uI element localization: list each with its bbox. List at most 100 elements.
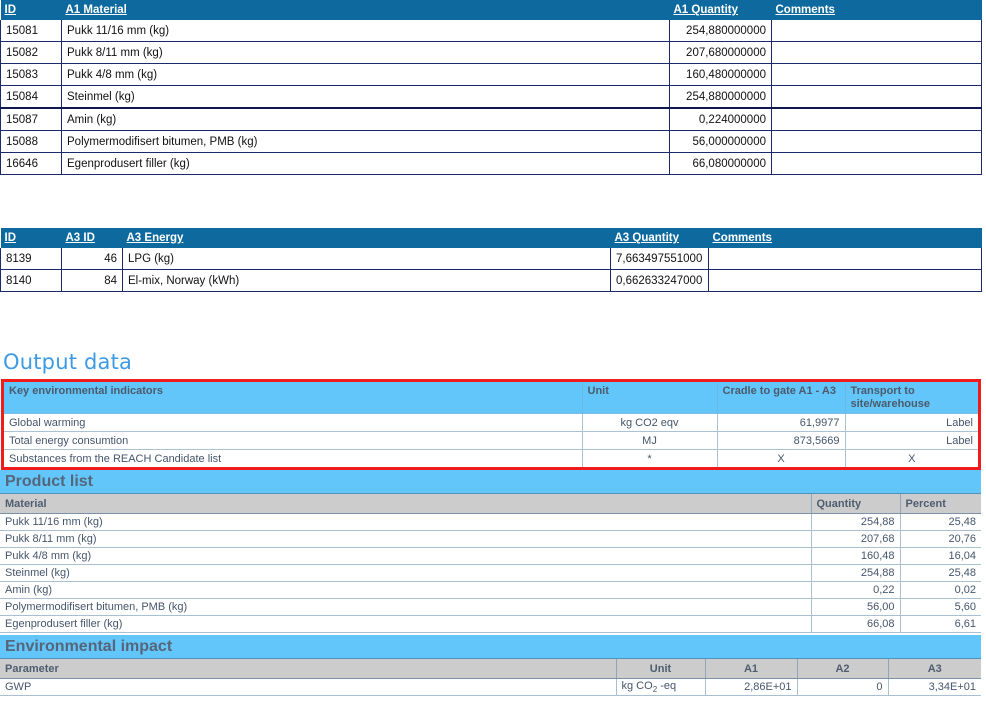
column-header-transport-to-site: Transport to site/warehouse <box>845 382 978 414</box>
product-list-section: Product list Material Quantity Percent P… <box>0 470 981 633</box>
column-header-a2: A2 <box>797 659 889 679</box>
table-row[interactable]: GWP kg CO2 -eq 2,86E+01 0 3,34E+01 <box>0 678 981 696</box>
table-row[interactable]: Polymermodifisert bitumen, PMB (kg) 56,0… <box>0 598 981 616</box>
cell-material: Polymermodifisert bitumen, PMB (kg) <box>61 130 670 153</box>
table-row[interactable]: Pukk 4/8 mm (kg) 160,48 16,04 <box>0 547 981 565</box>
cell-cradle-to-gate: 873,5669 <box>717 431 846 450</box>
column-header-cradle-to-gate: Cradle to gate A1 - A3 <box>717 382 846 414</box>
column-header-id[interactable]: ID <box>0 228 62 248</box>
cell-quantity: 66,08 <box>811 615 901 633</box>
column-header-a3-id[interactable]: A3 ID <box>61 228 123 248</box>
column-header-material: Material <box>0 494 812 514</box>
table-header-row: Key environmental indicators Unit Cradle… <box>4 382 978 414</box>
section-banner-environmental-impact: Environmental impact <box>0 635 981 659</box>
cell-id: 15081 <box>0 20 62 42</box>
column-header-comments[interactable]: Comments <box>708 228 982 248</box>
cell-percent: 0,02 <box>900 581 981 599</box>
column-header-a3-energy[interactable]: A3 Energy <box>122 228 611 248</box>
column-header-unit: Unit <box>582 382 718 414</box>
column-header-parameter: Parameter <box>0 659 617 679</box>
cell-comments <box>771 85 982 109</box>
table-row[interactable]: Steinmel (kg) 254,88 25,48 <box>0 564 981 582</box>
cell-cradle-to-gate: 61,9977 <box>717 413 846 432</box>
column-header-quantity: Quantity <box>811 494 901 514</box>
environmental-impact-table: Parameter Unit A1 A2 A3 GWP kg CO2 -eq 2… <box>0 659 981 696</box>
cell-material: Polymermodifisert bitumen, PMB (kg) <box>0 598 812 616</box>
column-header-a1-material[interactable]: A1 Material <box>61 0 670 20</box>
cell-a3-id: 84 <box>61 269 123 292</box>
cell-percent: 25,48 <box>900 564 981 582</box>
cell-material: Pukk 4/8 mm (kg) <box>0 547 812 565</box>
cell-percent: 6,61 <box>900 615 981 633</box>
cell-energy: El-mix, Norway (kWh) <box>122 269 611 292</box>
cell-quantity: 0,224000000 <box>669 107 772 131</box>
cell-id: 8139 <box>0 248 62 270</box>
a3-energy-section: ID A3 ID A3 Energy A3 Quantity Comments … <box>0 228 982 292</box>
cell-quantity: 7,663497551000 <box>610 248 709 270</box>
cell-comments <box>771 107 982 131</box>
table-header-row: ID A3 ID A3 Energy A3 Quantity Comments <box>0 228 982 248</box>
table-row[interactable]: 8140 84 El-mix, Norway (kWh) 0,662633247… <box>0 269 982 292</box>
table-header-row: Parameter Unit A1 A2 A3 <box>0 659 981 679</box>
product-list-table: Material Quantity Percent Pukk 11/16 mm … <box>0 494 981 633</box>
table-row[interactable]: Total energy consumtion MJ 873,5669 Labe… <box>4 431 978 450</box>
cell-quantity: 56,000000000 <box>669 130 772 153</box>
column-header-id[interactable]: ID <box>0 0 62 20</box>
cell-quantity: 160,48 <box>811 547 901 565</box>
cell-unit: kg CO2 -eq <box>616 678 706 696</box>
column-header-percent: Percent <box>900 494 981 514</box>
environmental-impact-section: Environmental impact Parameter Unit A1 A… <box>0 635 981 696</box>
cell-comments <box>771 63 982 86</box>
cell-quantity: 254,88 <box>811 564 901 582</box>
cell-percent: 25,48 <box>900 513 981 531</box>
table-row[interactable]: Pukk 8/11 mm (kg) 207,68 20,76 <box>0 530 981 548</box>
cell-comments <box>771 41 982 64</box>
table-row[interactable]: Substances from the REACH Candidate list… <box>4 449 978 467</box>
unit-suffix: -eq <box>657 679 677 692</box>
table-row[interactable]: 8139 46 LPG (kg) 7,663497551000 <box>0 248 982 270</box>
section-banner-product-list: Product list <box>0 470 981 494</box>
cell-energy: LPG (kg) <box>122 248 611 270</box>
table-row[interactable]: Egenprodusert filler (kg) 66,08 6,61 <box>0 615 981 633</box>
cell-transport: Label <box>845 431 978 450</box>
cell-transport: Label <box>845 413 978 432</box>
cell-id: 15083 <box>0 63 62 86</box>
table-row[interactable]: 15088 Polymermodifisert bitumen, PMB (kg… <box>0 130 982 153</box>
cell-comments <box>708 269 982 292</box>
cell-a3: 3,34E+01 <box>888 678 981 696</box>
cell-id: 15084 <box>0 85 62 109</box>
cell-material: Amin (kg) <box>0 581 812 599</box>
column-header-a1-quantity[interactable]: A1 Quantity <box>669 0 772 20</box>
cell-quantity: 66,080000000 <box>669 152 772 175</box>
table-row[interactable]: Global warming kg CO2 eqv 61,9977 Label <box>4 413 978 432</box>
table-row[interactable]: Amin (kg) 0,22 0,02 <box>0 581 981 599</box>
cell-a2: 0 <box>797 678 889 696</box>
cell-parameter: GWP <box>0 678 617 696</box>
column-header-a3-quantity[interactable]: A3 Quantity <box>610 228 709 248</box>
table-row[interactable]: 15083 Pukk 4/8 mm (kg) 160,480000000 <box>0 63 982 86</box>
column-header-a3: A3 <box>888 659 981 679</box>
page-title-output-data: Output data <box>3 350 133 374</box>
cell-id: 15088 <box>0 130 62 153</box>
cell-material: Steinmel (kg) <box>61 85 670 109</box>
table-row[interactable]: 15082 Pukk 8/11 mm (kg) 207,680000000 <box>0 41 982 64</box>
table-row[interactable]: 15081 Pukk 11/16 mm (kg) 254,880000000 <box>0 20 982 42</box>
cell-quantity: 254,880000000 <box>669 85 772 109</box>
cell-quantity: 0,662633247000 <box>610 269 709 292</box>
cell-comments <box>771 20 982 42</box>
cell-quantity: 160,480000000 <box>669 63 772 86</box>
cell-id: 15082 <box>0 41 62 64</box>
column-header-a1: A1 <box>705 659 798 679</box>
table-row[interactable]: 16646 Egenprodusert filler (kg) 66,08000… <box>0 152 982 175</box>
cell-quantity: 56,00 <box>811 598 901 616</box>
table-row[interactable]: 15084 Steinmel (kg) 254,880000000 <box>0 85 982 109</box>
a1-materials-section: ID A1 Material A1 Quantity Comments 1508… <box>0 0 982 175</box>
table-row[interactable]: 15087 Amin (kg) 0,224000000 <box>0 107 982 131</box>
column-header-comments[interactable]: Comments <box>771 0 982 20</box>
cell-material: Steinmel (kg) <box>0 564 812 582</box>
table-header-row: Material Quantity Percent <box>0 494 981 514</box>
table-row[interactable]: Pukk 11/16 mm (kg) 254,88 25,48 <box>0 513 981 531</box>
cell-id: 8140 <box>0 269 62 292</box>
cell-quantity: 207,68 <box>811 530 901 548</box>
cell-material: Pukk 4/8 mm (kg) <box>61 63 670 86</box>
